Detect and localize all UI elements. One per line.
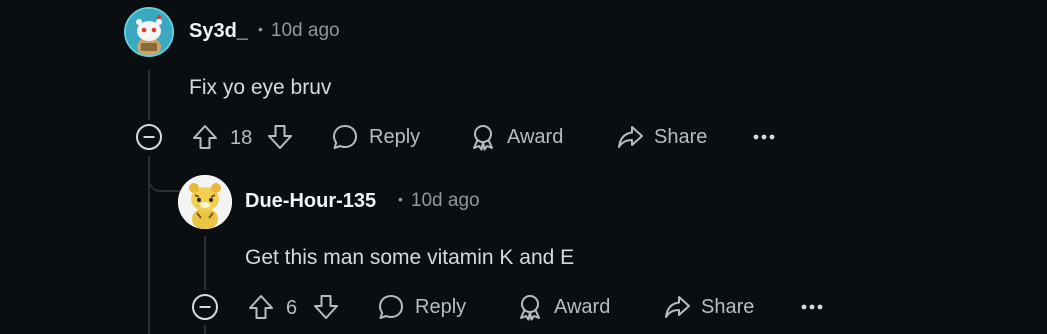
comment-icon bbox=[379, 295, 403, 319]
award-button[interactable]: Award bbox=[516, 293, 610, 321]
upvote-button[interactable] bbox=[191, 123, 219, 156]
downvote-icon bbox=[268, 125, 292, 149]
more-icon bbox=[753, 134, 775, 140]
thread-line-reply bbox=[204, 236, 206, 290]
comment-timestamp: • 10d ago bbox=[398, 190, 480, 211]
snoo-avatar-icon bbox=[178, 175, 232, 229]
collapse-button[interactable] bbox=[135, 123, 163, 156]
avatar[interactable] bbox=[178, 175, 232, 229]
share-label: Share bbox=[654, 125, 708, 148]
share-label: Share bbox=[701, 295, 755, 318]
collapse-icon bbox=[192, 294, 218, 320]
reply-label: Reply bbox=[369, 125, 421, 148]
award-icon bbox=[520, 295, 540, 321]
reply-button[interactable]: Reply bbox=[331, 123, 420, 151]
share-button[interactable]: Share bbox=[616, 123, 707, 151]
vote-count: 18 bbox=[230, 127, 253, 149]
comment-timestamp: • 10d ago bbox=[258, 20, 340, 41]
award-label: Award bbox=[507, 125, 564, 148]
downvote-button[interactable] bbox=[266, 123, 294, 156]
award-icon bbox=[473, 125, 493, 151]
more-icon bbox=[801, 304, 823, 310]
collapse-icon bbox=[136, 124, 162, 150]
reply-button[interactable]: Reply bbox=[377, 293, 466, 321]
upvote-button[interactable] bbox=[247, 293, 275, 326]
thread-connector bbox=[148, 156, 180, 192]
thread-line-main bbox=[148, 70, 150, 120]
share-icon bbox=[618, 126, 643, 148]
reply-label: Reply bbox=[415, 295, 467, 318]
share-icon bbox=[665, 296, 690, 318]
timestamp-text: 10d ago bbox=[270, 20, 340, 41]
snoo-avatar-icon bbox=[126, 9, 172, 55]
collapse-button[interactable] bbox=[191, 293, 219, 326]
award-button[interactable]: Award bbox=[469, 123, 563, 151]
more-options-button[interactable] bbox=[800, 297, 824, 322]
upvote-icon bbox=[193, 125, 217, 149]
vote-count: 6 bbox=[286, 297, 298, 319]
comment-body: Fix yo eye bruv bbox=[189, 76, 332, 99]
comment-body: Get this man some vitamin K and E bbox=[245, 246, 575, 269]
upvote-icon bbox=[249, 295, 273, 319]
comment-icon bbox=[333, 125, 357, 149]
award-label: Award bbox=[554, 295, 611, 318]
more-options-button[interactable] bbox=[752, 127, 776, 152]
thread-line-reply-lower bbox=[204, 325, 206, 334]
comment-username[interactable]: Due-Hour-135 bbox=[245, 190, 376, 213]
downvote-button[interactable] bbox=[312, 293, 340, 326]
share-button[interactable]: Share bbox=[663, 293, 754, 321]
comment-username[interactable]: Sy3d_ bbox=[189, 20, 248, 43]
timestamp-text: 10d ago bbox=[410, 190, 480, 211]
downvote-icon bbox=[314, 295, 338, 319]
avatar[interactable] bbox=[124, 7, 174, 57]
